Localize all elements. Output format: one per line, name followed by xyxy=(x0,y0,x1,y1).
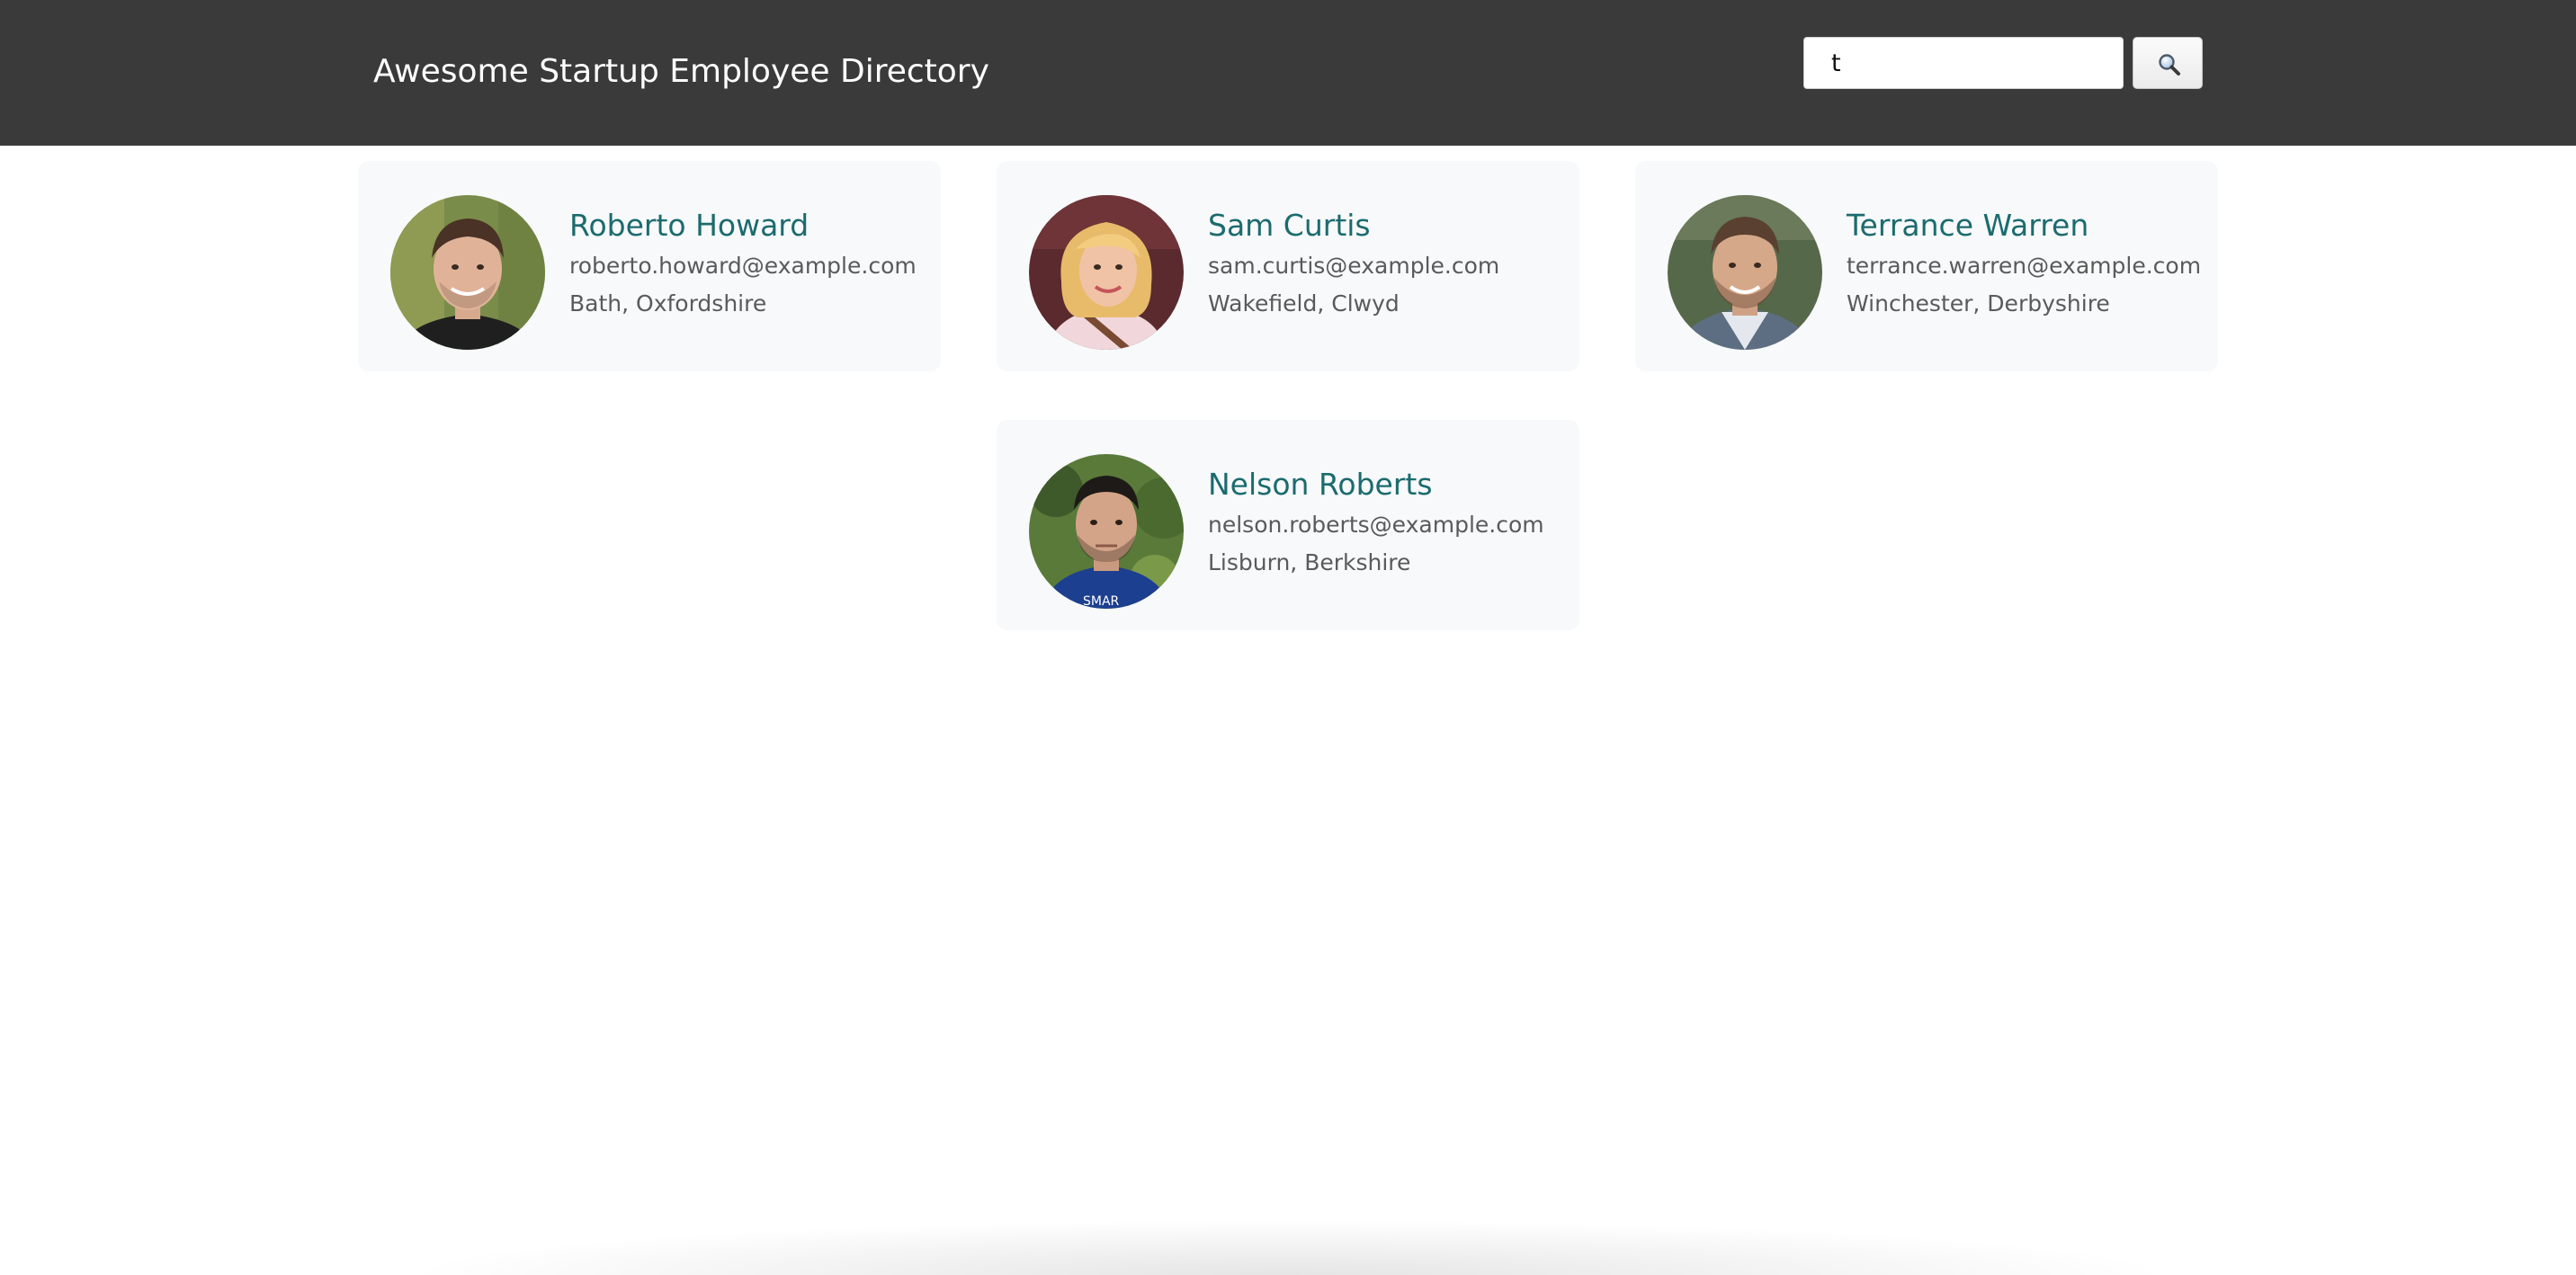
employee-name: Sam Curtis xyxy=(1208,208,1371,243)
page-header: Awesome Startup Employee Directory xyxy=(0,0,2576,146)
employee-card[interactable]: Sam Curtis sam.curtis@example.com Wakefi… xyxy=(997,161,1579,371)
employee-avatar xyxy=(1029,195,1184,350)
modal-edge-shadow xyxy=(423,1221,2153,1275)
employee-card[interactable]: SMAR Nelson Roberts nelson.roberts@examp… xyxy=(997,420,1579,630)
employee-name: Nelson Roberts xyxy=(1208,467,1433,502)
search-button[interactable] xyxy=(2133,37,2203,89)
employee-avatar: SMAR xyxy=(1029,454,1184,609)
search-input[interactable] xyxy=(1803,37,2124,89)
employee-avatar xyxy=(1668,195,1822,350)
employee-location: Winchester, Derbyshire xyxy=(1847,290,2110,317)
employee-email: roberto.howard@example.com xyxy=(569,253,917,279)
employee-avatar xyxy=(390,195,545,350)
employee-info: Roberto Howard roberto.howard@example.co… xyxy=(569,206,934,323)
employee-email: terrance.warren@example.com xyxy=(1847,253,2202,279)
page-title: Awesome Startup Employee Directory xyxy=(373,53,989,90)
employee-location: Wakefield, Clwyd xyxy=(1208,290,1400,317)
employee-info: Terrance Warren terrance.warren@example.… xyxy=(1847,206,2211,323)
employee-location: Bath, Oxfordshire xyxy=(569,290,767,317)
employee-card[interactable]: Roberto Howard roberto.howard@example.co… xyxy=(358,161,941,371)
search-form xyxy=(1803,37,2204,89)
employee-email: nelson.roberts@example.com xyxy=(1208,512,1544,538)
employee-location: Lisburn, Berkshire xyxy=(1208,549,1411,575)
employee-info: Nelson Roberts nelson.roberts@example.co… xyxy=(1208,465,1572,582)
svg-text:SMAR: SMAR xyxy=(1083,594,1120,609)
employee-card[interactable]: Terrance Warren terrance.warren@example.… xyxy=(1635,161,2218,371)
employee-name: Terrance Warren xyxy=(1847,208,2089,243)
employee-email: sam.curtis@example.com xyxy=(1208,253,1500,279)
magnifier-icon xyxy=(2159,54,2180,76)
employee-info: Sam Curtis sam.curtis@example.com Wakefi… xyxy=(1208,206,1572,323)
employee-name: Roberto Howard xyxy=(569,208,809,243)
